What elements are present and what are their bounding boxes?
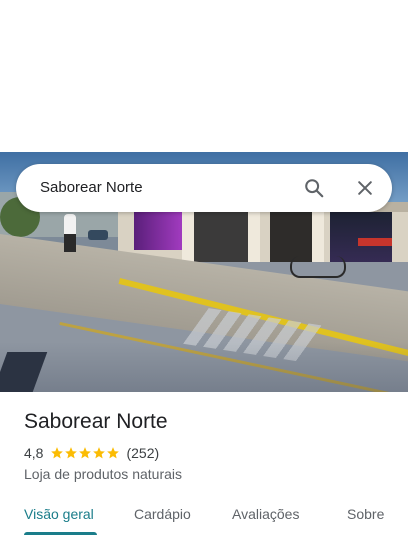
photo-shop-sign [358, 238, 392, 246]
photo-car [88, 230, 108, 240]
blank-header-area [0, 0, 408, 152]
star-icon [65, 447, 78, 459]
photo-person-legs [64, 234, 76, 252]
active-tab-indicator [24, 532, 97, 535]
photo-storefront-dark [192, 212, 248, 262]
search-icon[interactable] [298, 172, 330, 204]
search-query-text[interactable]: Saborear Norte [40, 164, 143, 212]
tab-reviews[interactable]: Avaliações [232, 496, 299, 532]
star-icon [79, 447, 92, 459]
rating-stars [50, 446, 120, 460]
search-bar[interactable]: Saborear Norte [16, 164, 392, 212]
tab-menu[interactable]: Cardápio [134, 496, 191, 532]
photo-road-shade [0, 342, 408, 392]
tab-overview[interactable]: Visão geral [24, 496, 94, 532]
place-title: Saborear Norte [24, 410, 168, 433]
place-category: Loja de produtos naturais [24, 466, 182, 482]
review-count[interactable]: (252) [126, 445, 159, 461]
star-icon [51, 447, 64, 459]
photo-bicycle [290, 256, 346, 278]
photo-storefront-purple [134, 212, 182, 250]
star-icon [93, 447, 106, 459]
rating-row[interactable]: 4,8 (252) [24, 443, 159, 463]
star-icon [107, 447, 120, 459]
tab-about[interactable]: Sobre [347, 496, 384, 532]
place-tabs: Visão geral Cardápio Avaliações Sobre [0, 496, 408, 536]
close-icon[interactable] [349, 172, 381, 204]
rating-value: 4,8 [24, 445, 44, 461]
